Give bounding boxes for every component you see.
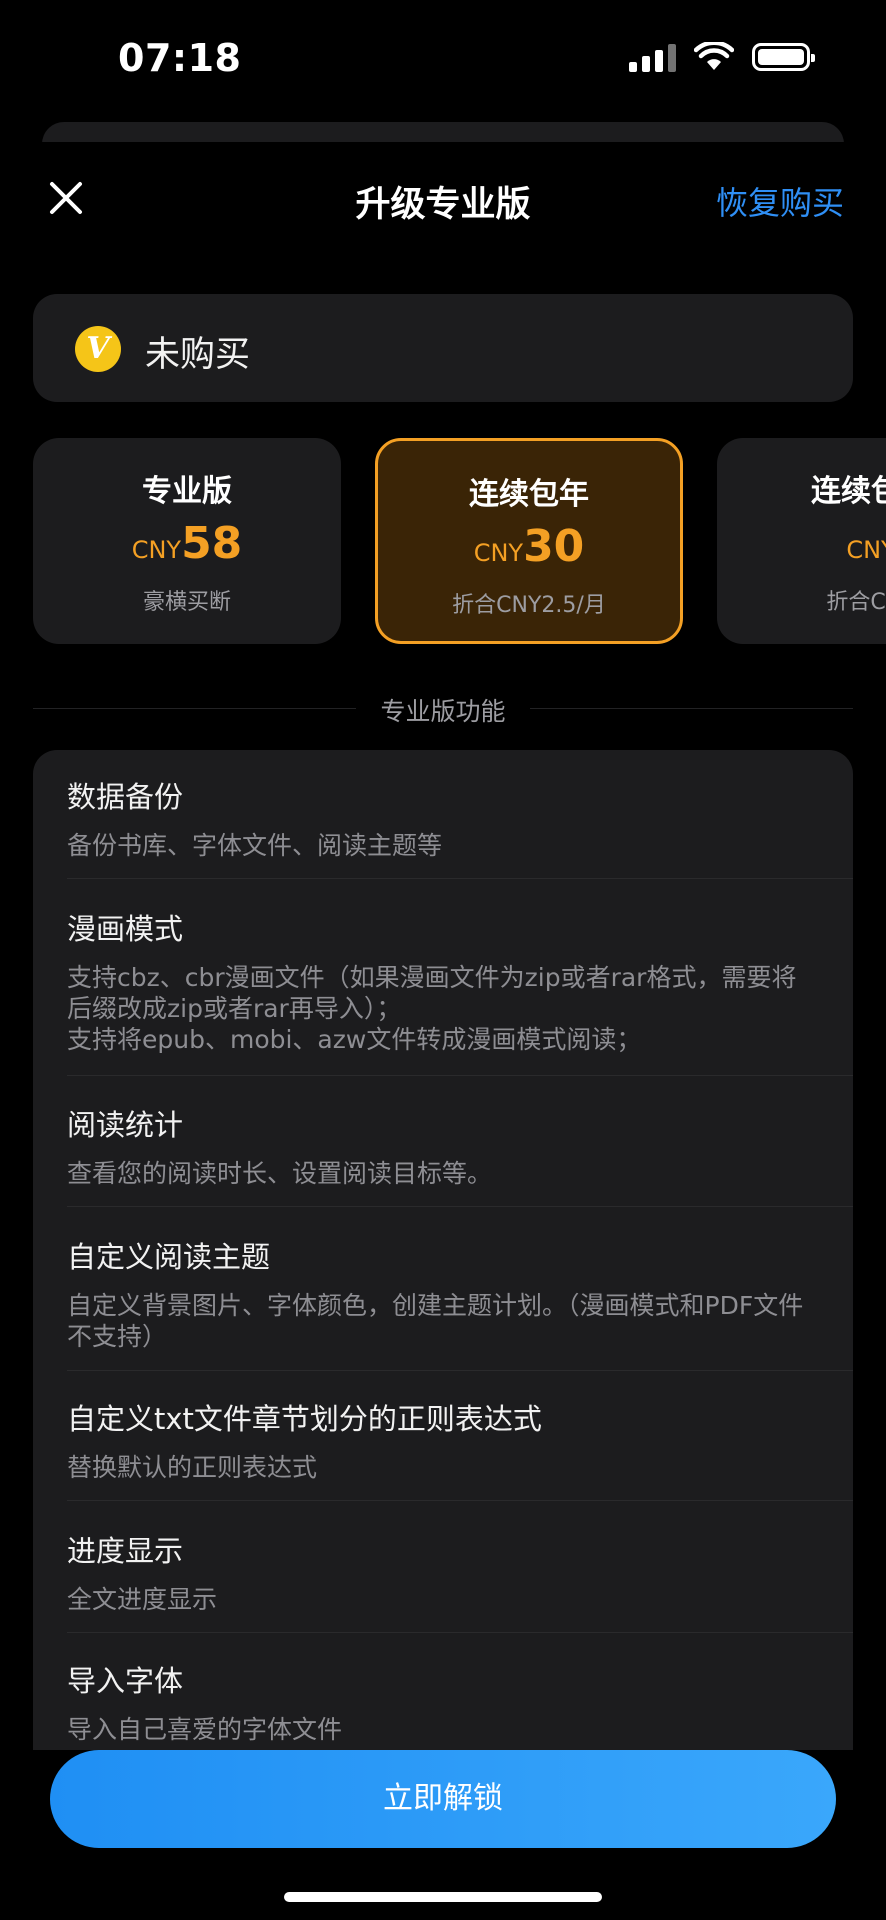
status-bar: 07:18 — [0, 0, 886, 110]
plan-price: CNY30 — [473, 521, 585, 572]
plan-price: CNY58 — [131, 518, 243, 569]
feature-description: 支持cbz、cbr漫画文件（如果漫画文件为zip或者rar格式，需要将后缀改成z… — [67, 963, 797, 1054]
divider — [67, 1632, 853, 1633]
cellular-signal-icon — [629, 42, 676, 72]
purchase-status-card: V 未购买 — [33, 294, 853, 402]
divider — [67, 878, 853, 879]
plan-subtitle: 折合CNY2.5/月 — [452, 593, 606, 618]
feature-title: 自定义阅读主题 — [67, 1240, 271, 1274]
feature-item: 导入字体 导入自己喜爱的字体文件 — [67, 1658, 853, 1745]
feature-title: 自定义txt文件章节划分的正则表达式 — [67, 1402, 542, 1436]
feature-item: 漫画模式 支持cbz、cbr漫画文件（如果漫画文件为zip或者rar格式，需要将… — [67, 906, 853, 1055]
feature-description: 自定义背景图片、字体颜色，创建主题计划。（漫画模式和PDF文件不支持） — [67, 1291, 804, 1351]
plan-subtitle: 折合CNY — [826, 590, 886, 615]
plan-subtitle: 豪横买断 — [142, 590, 231, 615]
feature-item: 进度显示 全文进度显示 — [67, 1528, 853, 1615]
feature-title: 导入字体 — [67, 1664, 184, 1698]
plan-name: 连续包月 — [811, 474, 886, 509]
divider — [67, 1370, 853, 1371]
feature-title: 漫画模式 — [67, 912, 184, 946]
feature-description: 备份书库、字体文件、阅读主题等 — [67, 831, 443, 860]
feature-title: 进度显示 — [67, 1534, 184, 1568]
feature-item: 自定义阅读主题 自定义背景图片、字体颜色，创建主题计划。（漫画模式和PDF文件不… — [67, 1234, 853, 1352]
feature-list: 数据备份 备份书库、字体文件、阅读主题等 漫画模式 支持cbz、cbr漫画文件（… — [33, 750, 853, 1750]
restore-purchase-button[interactable]: 恢复购买 — [716, 178, 844, 224]
wifi-icon — [694, 42, 734, 70]
divider — [67, 1500, 853, 1501]
feature-description: 查看您的阅读时长、设置阅读目标等。 — [67, 1159, 493, 1188]
feature-item: 阅读统计 查看您的阅读时长、设置阅读目标等。 — [67, 1102, 853, 1189]
plan-price: CNY — [846, 536, 886, 564]
plan-card-monthly[interactable]: 连续包月 CNY 折合CNY — [717, 438, 886, 644]
unlock-now-button[interactable]: 立即解锁 — [50, 1750, 836, 1848]
status-icons — [629, 42, 815, 72]
feature-item: 数据备份 备份书库、字体文件、阅读主题等 — [67, 774, 853, 861]
plan-card-yearly[interactable]: 连续包年 CNY30 折合CNY2.5/月 — [375, 438, 683, 644]
section-title: 专业版功能 — [0, 692, 886, 728]
battery-icon — [752, 43, 815, 71]
divider — [67, 1206, 853, 1207]
plan-name: 连续包年 — [469, 477, 589, 512]
plan-list: 专业版 CNY58 豪横买断 连续包年 CNY30 折合CNY2.5/月 连续包… — [0, 438, 886, 644]
feature-description: 导入自己喜爱的字体文件 — [67, 1715, 343, 1744]
vip-badge-icon: V — [75, 326, 121, 372]
feature-description: 全文进度显示 — [67, 1585, 218, 1614]
feature-title: 数据备份 — [67, 780, 184, 814]
feature-description: 替换默认的正则表达式 — [67, 1453, 318, 1482]
home-indicator — [284, 1892, 602, 1902]
plan-name: 专业版 — [142, 474, 232, 509]
feature-item: 自定义txt文件章节划分的正则表达式 替换默认的正则表达式 — [67, 1396, 853, 1483]
purchase-status-text: 未购买 — [145, 335, 251, 375]
status-time: 07:18 — [118, 36, 242, 80]
plan-card-lifetime[interactable]: 专业版 CNY58 豪横买断 — [33, 438, 341, 644]
feature-title: 阅读统计 — [67, 1108, 184, 1142]
divider — [67, 1075, 853, 1076]
